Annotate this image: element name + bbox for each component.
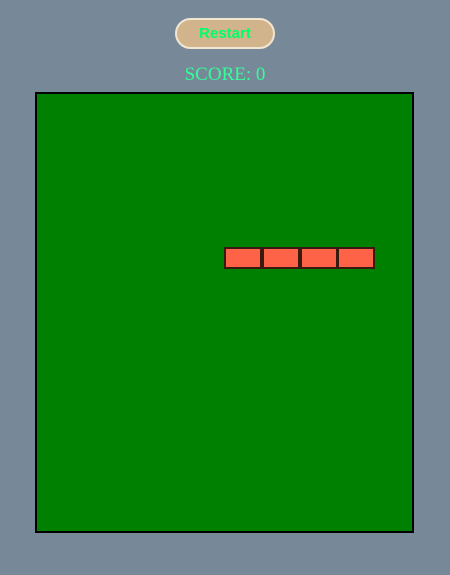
score-display: SCORE: 0: [0, 63, 450, 87]
score-label: SCORE:: [184, 64, 252, 85]
snake-segment: [300, 247, 338, 269]
snake-segment: [262, 247, 300, 269]
restart-button[interactable]: Restart: [175, 18, 275, 49]
game-board: [35, 92, 414, 533]
game-page: Restart SCORE: 0: [0, 0, 450, 575]
snake-segment: [224, 247, 262, 269]
snake-head: [337, 247, 375, 269]
score-value: 0: [255, 64, 266, 85]
